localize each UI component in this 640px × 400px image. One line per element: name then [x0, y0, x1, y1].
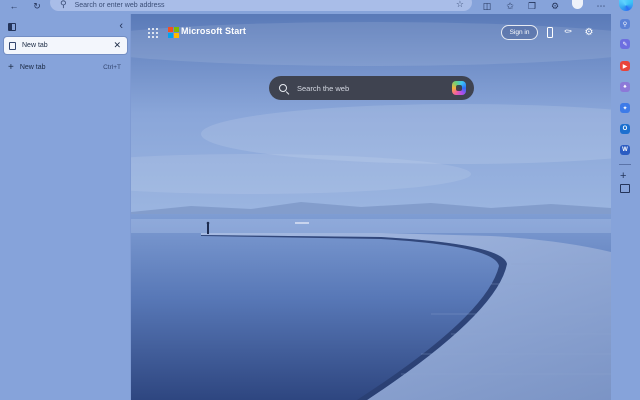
search-icon	[279, 84, 287, 92]
new-tab-button[interactable]: + New tab Ctrl+T	[4, 60, 127, 74]
tab-actions-icon[interactable]	[8, 23, 16, 31]
collapse-chevron-icon[interactable]: ‹	[119, 20, 123, 32]
vertical-tabs-panel: ‹ New tab ✕ + New tab Ctrl+T	[0, 14, 130, 400]
collections-icon[interactable]: ❐	[525, 0, 539, 12]
refresh-icon[interactable]: ↻	[30, 0, 44, 12]
search-icon[interactable]: ⚲	[620, 19, 630, 29]
sign-in-button[interactable]: Sign in	[501, 25, 538, 40]
close-icon[interactable]: ✕	[113, 40, 121, 51]
profile-avatar[interactable]	[572, 0, 583, 9]
search-placeholder: Search the web	[297, 83, 350, 93]
copilot-icon[interactable]	[452, 81, 466, 95]
new-tab-shortcut: Ctrl+T	[103, 63, 121, 71]
back-icon[interactable]: ←	[7, 0, 21, 12]
microsoft-logo	[168, 27, 179, 38]
new-tab-label: New tab	[19, 63, 46, 71]
extensions-icon[interactable]: ⚙	[548, 0, 562, 12]
settings-gear-icon[interactable]: ⚙	[583, 26, 595, 39]
sidebar-settings-icon[interactable]	[620, 184, 630, 193]
edge-sidebar: ⚲ ✎ ▶ ♠ ✦ O W +	[611, 14, 640, 400]
page-icon	[9, 41, 16, 50]
favorites-icon[interactable]: ✩	[503, 0, 517, 12]
outlook-icon[interactable]: O	[620, 124, 630, 134]
rewards-trophy-icon[interactable]: ⚰	[562, 26, 574, 39]
new-tab-page: Microsoft Start Sign in ⚰ ⚙ Search the w…	[131, 14, 611, 400]
brand-title[interactable]: Microsoft Start	[181, 26, 246, 36]
split-screen-icon[interactable]: ◫	[480, 0, 494, 12]
background-image	[131, 14, 611, 400]
favorite-star-icon[interactable]: ☆	[456, 0, 464, 10]
youtube-icon[interactable]: ▶	[620, 61, 630, 71]
word-icon[interactable]: W	[620, 145, 630, 155]
search-box[interactable]: Search the web	[269, 76, 474, 100]
search-icon: ⚲	[60, 0, 67, 9]
mobile-phone-icon[interactable]	[544, 26, 556, 39]
more-icon[interactable]: ⋯	[594, 0, 608, 12]
apps-launcher-icon[interactable]	[148, 28, 158, 38]
add-app-icon[interactable]: +	[620, 170, 626, 182]
tab-label: New tab	[22, 42, 48, 49]
tab-new-tab[interactable]: New tab ✕	[4, 37, 127, 54]
browser-toolbar: ← ↻ ⚲ Search or enter web address ☆ ◫ ✩ …	[0, 0, 640, 14]
copilot-app-icon[interactable]: ✦	[620, 103, 630, 113]
pen-icon[interactable]: ✎	[620, 39, 630, 49]
sidebar-divider	[619, 164, 631, 165]
address-placeholder: Search or enter web address	[74, 1, 165, 9]
address-bar[interactable]: ⚲ Search or enter web address ☆	[50, 0, 472, 11]
games-icon[interactable]: ♠	[620, 82, 630, 92]
plus-icon: +	[8, 61, 14, 73]
